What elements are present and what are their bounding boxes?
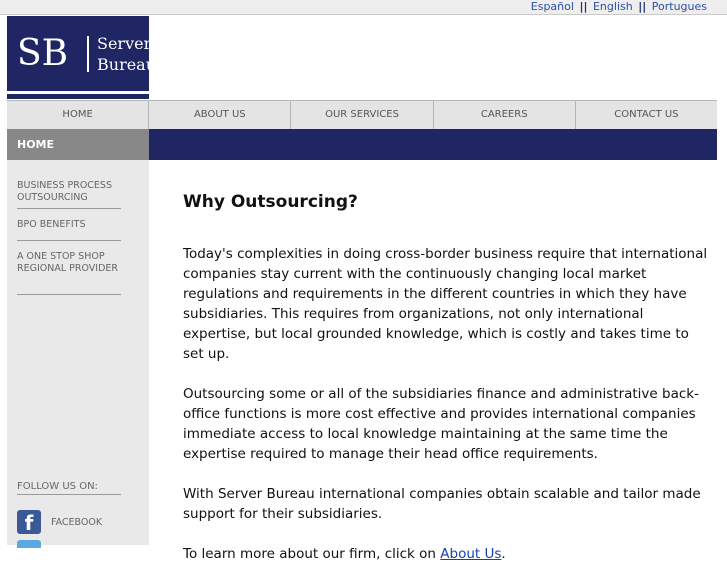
sidebar-divider	[17, 294, 121, 295]
language-bar: Español || English || Portugues	[0, 0, 727, 15]
sidebar: BUSINESS PROCESS OUTSOURCING BPO BENEFIT…	[7, 160, 149, 548]
sidebar-item-one-stop-shop[interactable]: A ONE STOP SHOP REGIONAL PROVIDER	[17, 251, 127, 275]
logo-word-server: Server	[97, 34, 152, 53]
nav-home[interactable]: HOME	[7, 101, 150, 129]
site-logo[interactable]: SB Server Bureau	[7, 16, 156, 91]
paragraph-learn-more: To learn more about our firm, click on A…	[183, 544, 713, 564]
nav-contact-us[interactable]: CONTACT US	[576, 101, 717, 129]
lang-english-link[interactable]: English	[593, 0, 633, 13]
page-title: Why Outsourcing?	[183, 192, 358, 212]
nav-careers[interactable]: CAREERS	[434, 101, 576, 129]
twitter-icon[interactable]	[17, 540, 41, 548]
nav-our-services[interactable]: OUR SERVICES	[291, 101, 434, 129]
about-us-link[interactable]: About Us	[440, 546, 501, 562]
facebook-link[interactable]: FACEBOOK	[51, 517, 102, 528]
sidebar-item-bpo-benefits[interactable]: BPO BENEFITS	[17, 219, 127, 231]
lang-portugues-link[interactable]: Portugues	[652, 0, 707, 13]
sidebar-divider	[17, 494, 121, 495]
paragraph-outsourcing: Outsourcing some or all of the subsidiar…	[183, 386, 699, 462]
facebook-icon[interactable]: f	[17, 510, 41, 534]
logo-divider	[87, 36, 89, 72]
lang-separator: ||	[579, 0, 588, 13]
section-header-label: HOME	[17, 138, 55, 151]
logo-initials: SB	[17, 33, 69, 74]
learn-more-text: To learn more about our firm, click on	[183, 546, 441, 562]
sidebar-divider	[17, 240, 121, 241]
logo-word-bureau: Bureau	[97, 55, 157, 74]
follow-us-label: FOLLOW US ON:	[17, 481, 98, 492]
logo-underline	[7, 94, 149, 99]
lang-espanol-link[interactable]: Español	[531, 0, 574, 13]
sidebar-item-bpo[interactable]: BUSINESS PROCESS OUTSOURCING	[17, 180, 127, 204]
sidebar-divider	[17, 208, 121, 209]
nav-about-us[interactable]: ABOUT US	[149, 101, 292, 129]
main-nav: HOME ABOUT US OUR SERVICES CAREERS CONTA…	[7, 100, 717, 130]
section-header: HOME	[7, 129, 149, 160]
main-content: Why Outsourcing? Today's complexities in…	[183, 190, 713, 584]
language-links: Español || English || Portugues	[531, 0, 707, 14]
learn-more-period: .	[501, 546, 506, 562]
paragraph-server-bureau: With Server Bureau international compani…	[183, 486, 701, 522]
section-header-bar	[149, 129, 717, 160]
lang-separator: ||	[638, 0, 647, 13]
paragraph-intro: Today's complexities in doing cross-bord…	[183, 246, 708, 362]
